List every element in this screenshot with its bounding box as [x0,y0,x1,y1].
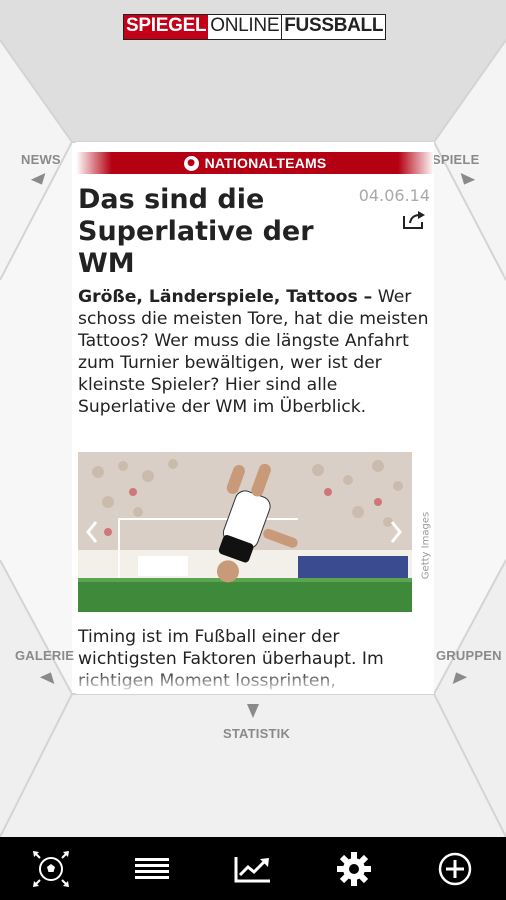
bottom-toolbar [0,837,506,900]
statistics-button[interactable] [223,839,283,899]
spiegel-online-fussball-logo: SPIEGEL ONLINE FUSSBALL [123,14,387,40]
add-button[interactable] [425,839,485,899]
logo-fussball: FUSSBALL [282,15,386,39]
category-label: NATIONALTEAMS [204,155,327,171]
article-photo[interactable] [78,452,412,612]
plus-circle-icon [439,852,472,885]
list-icon [134,857,169,879]
nav-gruppen[interactable]: GRUPPEN [436,648,502,663]
trend-chart-icon [234,856,270,882]
text-fade [76,670,434,694]
nav-news[interactable]: NEWS [21,152,61,167]
gear-icon [337,851,372,886]
nav-spiele[interactable]: SPIELE [432,152,479,167]
soccer-ball-icon [32,850,69,887]
stadium-scene-image [78,452,412,612]
article-date: 04.06.14 [358,186,430,205]
logo-spiegel: SPIEGEL [124,15,209,39]
list-button[interactable] [122,839,182,899]
share-icon[interactable] [402,208,426,230]
soccer-ball-button[interactable] [21,839,81,899]
category-ribbon: ● NATIONALTEAMS [76,152,434,174]
photo-credit-text: Getty Images [420,511,432,580]
article-card[interactable]: ● NATIONALTEAMS 04.06.14 Das sind die Su… [76,142,434,694]
logo-online: ONLINE [208,15,283,39]
settings-button[interactable] [324,839,384,899]
nav-galerie[interactable]: GALERIE [15,648,74,663]
nav-statistik-arrow-icon [247,704,259,718]
article-title[interactable]: Das sind die Superlative der WM [78,184,323,280]
nav-statistik[interactable]: STATISTIK [223,726,290,741]
photo-credit: Getty Images [419,452,433,602]
article-teaser: Größe, Länderspiele, Tattoos – Wer schos… [78,286,430,418]
eagle-emblem-icon: ● [183,155,199,171]
teaser-lead: Größe, Länderspiele, Tattoos – [78,287,373,307]
